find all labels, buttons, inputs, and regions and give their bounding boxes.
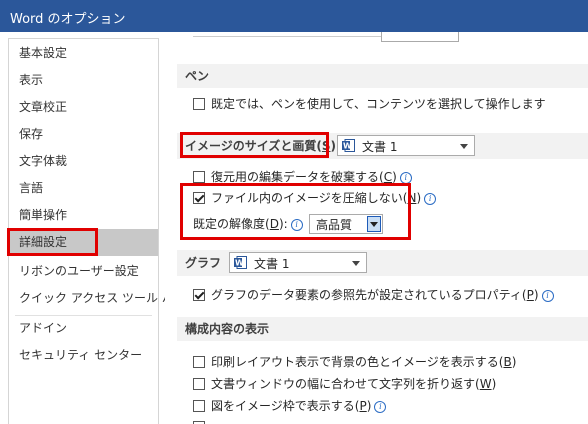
options-content: ペン 既定では、ペンを使用して、コンテンツを選択して操作します イメージのサイズ…	[165, 32, 588, 424]
scrolled-row-remnant	[193, 32, 393, 37]
sidebar-item-customize-ribbon[interactable]: リボンのユーザー設定	[9, 258, 158, 285]
do-not-compress-images-checkbox[interactable]	[193, 192, 205, 204]
default-resolution-select[interactable]: 高品質	[309, 214, 383, 234]
show-background-label: 印刷レイアウト表示で背景の色とイメージを表示する(B)	[211, 355, 517, 369]
image-quality-document-select[interactable]: W 文書 1	[337, 135, 475, 156]
sidebar-item-proofing[interactable]: 文章校正	[9, 94, 158, 121]
sidebar-item-typography[interactable]: 文字体裁	[9, 148, 158, 175]
do-not-compress-images-label: ファイル内のイメージを圧縮しない(N) i	[211, 188, 437, 208]
sidebar-item-display[interactable]: 表示	[9, 67, 158, 94]
section-header-content-display: 構成内容の表示	[177, 317, 588, 341]
show-background-checkbox[interactable]	[193, 356, 205, 368]
info-icon: i	[541, 289, 554, 302]
wrap-text-label: 文書ウィンドウの幅に合わせて文字列を折り返す(W)	[211, 377, 497, 391]
info-icon: i	[424, 192, 437, 205]
discard-editing-data-label: 復元用の編集データを破棄する(C) i	[211, 167, 412, 187]
sidebar-item-trust-center[interactable]: セキュリティ センター	[9, 342, 158, 369]
info-icon: i	[290, 218, 303, 231]
sidebar-item-addins[interactable]: アドイン	[9, 315, 158, 342]
sidebar-item-save[interactable]: 保存	[9, 121, 158, 148]
info-icon: i	[399, 171, 412, 184]
title-bar: Word のオプション	[0, 0, 588, 32]
sidebar-item-advanced[interactable]: 詳細設定	[9, 229, 158, 256]
sidebar-item-quick-access-toolbar[interactable]: クイック アクセス ツール バー	[9, 285, 186, 312]
pen-select-label: 既定では、ペンを使用して、コンテンツを選択して操作します	[211, 97, 546, 111]
picture-placeholders-label: 図をイメージ枠で表示する(P) i	[211, 396, 387, 416]
sidebar-item-accessibility[interactable]: 簡単操作	[9, 202, 158, 229]
graph-properties-label: グラフのデータ要素の参照先が設定されているプロパティ(P) i	[211, 285, 554, 305]
sidebar-item-general[interactable]: 基本設定	[9, 40, 158, 67]
svg-text:W: W	[343, 142, 352, 151]
chevron-down-icon	[352, 261, 360, 266]
options-sidebar: 基本設定 表示 文章校正 保存 文字体裁 言語 簡単操作 詳細設定 リボンのユー…	[8, 38, 186, 424]
word-document-icon: W	[342, 139, 355, 152]
default-resolution-label: 既定の解像度(D): i	[193, 214, 303, 234]
default-resolution-value: 高品質	[316, 218, 353, 232]
svg-text:W: W	[235, 259, 244, 268]
discard-editing-data-checkbox[interactable]	[193, 171, 205, 183]
graph-document-value: 文書 1	[254, 257, 290, 271]
section-header-pen: ペン	[177, 64, 588, 88]
wrap-text-checkbox[interactable]	[193, 378, 205, 390]
window-title: Word のオプション	[10, 12, 126, 27]
word-document-icon: W	[234, 256, 247, 269]
graph-properties-checkbox[interactable]	[193, 289, 205, 301]
chevron-down-icon	[460, 144, 468, 149]
pen-select-checkbox[interactable]	[193, 98, 205, 110]
picture-placeholders-checkbox[interactable]	[193, 400, 205, 412]
info-icon: i	[374, 400, 387, 413]
image-quality-document-value: 文書 1	[362, 140, 398, 154]
graph-document-select[interactable]: W 文書 1	[229, 252, 367, 273]
chevron-down-icon	[370, 222, 378, 227]
scrolled-button-remnant	[381, 32, 459, 42]
sidebar-item-language[interactable]: 言語	[9, 175, 158, 202]
resolution-dropdown-button[interactable]	[367, 216, 381, 232]
